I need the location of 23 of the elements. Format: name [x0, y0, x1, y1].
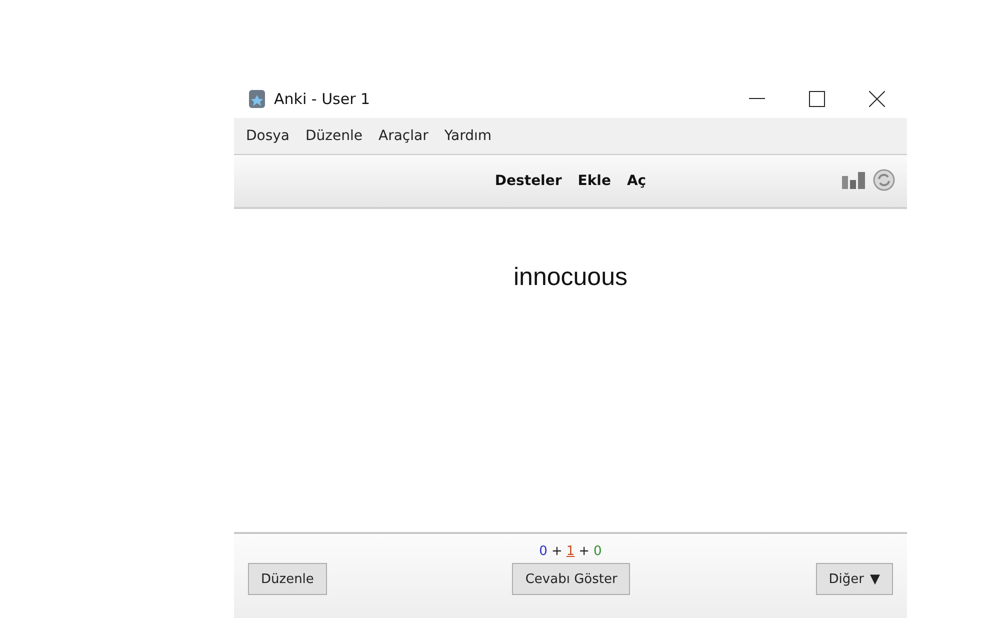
menu-item[interactable]: Düzenle — [298, 128, 371, 144]
due-count: 1 — [566, 544, 575, 559]
toolbar-link[interactable]: Ekle — [578, 173, 611, 189]
edit-button[interactable]: Düzenle — [248, 563, 327, 595]
due-count: 0 — [539, 544, 548, 559]
app-icon — [248, 89, 266, 109]
stats-icon[interactable] — [841, 170, 867, 190]
plus-sign: + — [551, 544, 562, 559]
close-icon — [869, 91, 885, 107]
toolbar-link[interactable]: Desteler — [494, 173, 562, 189]
more-button[interactable]: Diğer ▼ — [816, 563, 893, 595]
show-answer-button[interactable]: Cevabı Göster — [512, 563, 630, 595]
due-count: 0 — [594, 544, 602, 559]
card-question: innocuous — [514, 263, 628, 293]
sync-icon[interactable] — [873, 169, 895, 191]
minimize-icon — [749, 98, 765, 100]
menu-item[interactable]: Araçlar — [370, 128, 436, 144]
maximize-icon — [809, 91, 825, 107]
toolbar-link[interactable]: Aç — [626, 173, 646, 189]
plus-sign: + — [578, 544, 590, 559]
menu-item[interactable]: Yardım — [436, 128, 500, 144]
menu-item[interactable]: Dosya — [238, 128, 298, 144]
window-title: Anki - User 1 — [274, 90, 372, 108]
